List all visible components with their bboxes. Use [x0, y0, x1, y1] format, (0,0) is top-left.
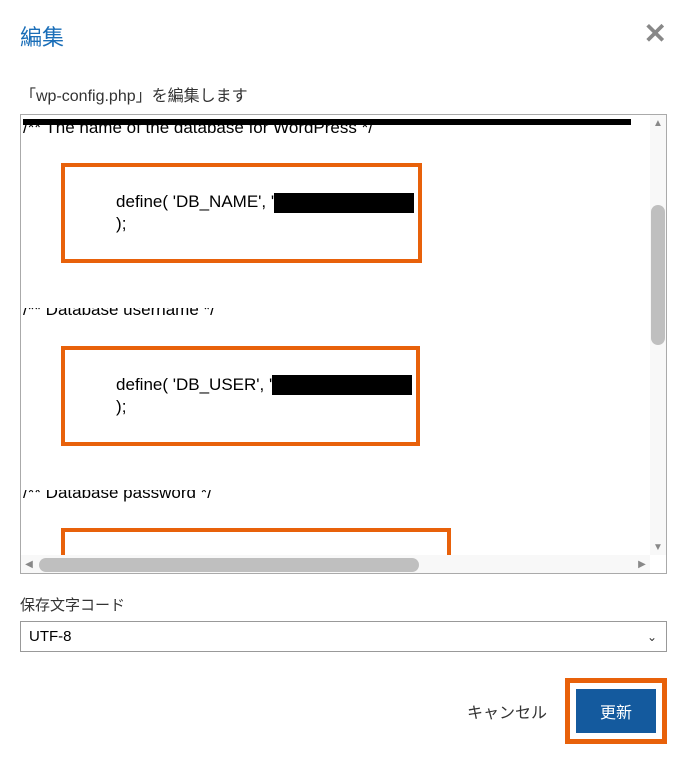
redacted-db-name: [274, 193, 414, 213]
scroll-down-icon[interactable]: ▼: [650, 539, 666, 555]
redacted-db-user: [272, 375, 412, 395]
close-button[interactable]: ✕: [644, 20, 667, 48]
highlight-db-name: define( 'DB_NAME', ' );: [61, 163, 422, 263]
highlight-update-button: 更新: [565, 678, 667, 744]
comment-db-name: /** The name of the database for WordPre…: [23, 125, 373, 139]
horizontal-scrollbar[interactable]: ◀ ▶: [21, 555, 650, 573]
highlight-db-pass: define( 'DB_PASSWORD', ');: [61, 528, 452, 555]
scroll-right-icon[interactable]: ▶: [634, 555, 650, 573]
vertical-scrollbar[interactable]: ▲ ▼: [650, 115, 666, 555]
vertical-scroll-thumb[interactable]: [651, 205, 665, 345]
scroll-up-icon[interactable]: ▲: [650, 115, 666, 131]
encoding-label: 保存文字コード: [20, 594, 667, 615]
cancel-button[interactable]: キャンセル: [467, 699, 547, 723]
modal-header: 編集 ✕: [20, 20, 667, 52]
update-button[interactable]: 更新: [576, 689, 656, 733]
define-db-name-post: );: [116, 214, 126, 233]
code-editor[interactable]: /** The name of the database for WordPre…: [21, 115, 650, 555]
edit-modal: 編集 ✕ 「wp-config.php」を編集します /** The name …: [0, 0, 687, 764]
edit-file-label: 「wp-config.php」を編集します: [20, 82, 667, 106]
define-db-user-post: );: [116, 397, 126, 416]
horizontal-scroll-thumb[interactable]: [39, 558, 419, 572]
modal-title: 編集: [20, 20, 64, 52]
highlight-db-user: define( 'DB_USER', ' );: [61, 346, 420, 446]
comment-db-pass: /** Database password */: [23, 490, 212, 504]
encoding-select[interactable]: UTF-8: [20, 621, 667, 652]
scroll-left-icon[interactable]: ◀: [21, 555, 37, 573]
comment-db-user: /** Database username */: [23, 308, 215, 322]
define-db-name-pre: define( 'DB_NAME', ': [116, 192, 274, 211]
encoding-select-wrapper: UTF-8 ⌄: [20, 621, 667, 652]
modal-footer: キャンセル 更新: [20, 678, 667, 744]
editor-wrapper: /** The name of the database for WordPre…: [20, 114, 667, 574]
define-db-user-pre: define( 'DB_USER', ': [116, 375, 272, 394]
